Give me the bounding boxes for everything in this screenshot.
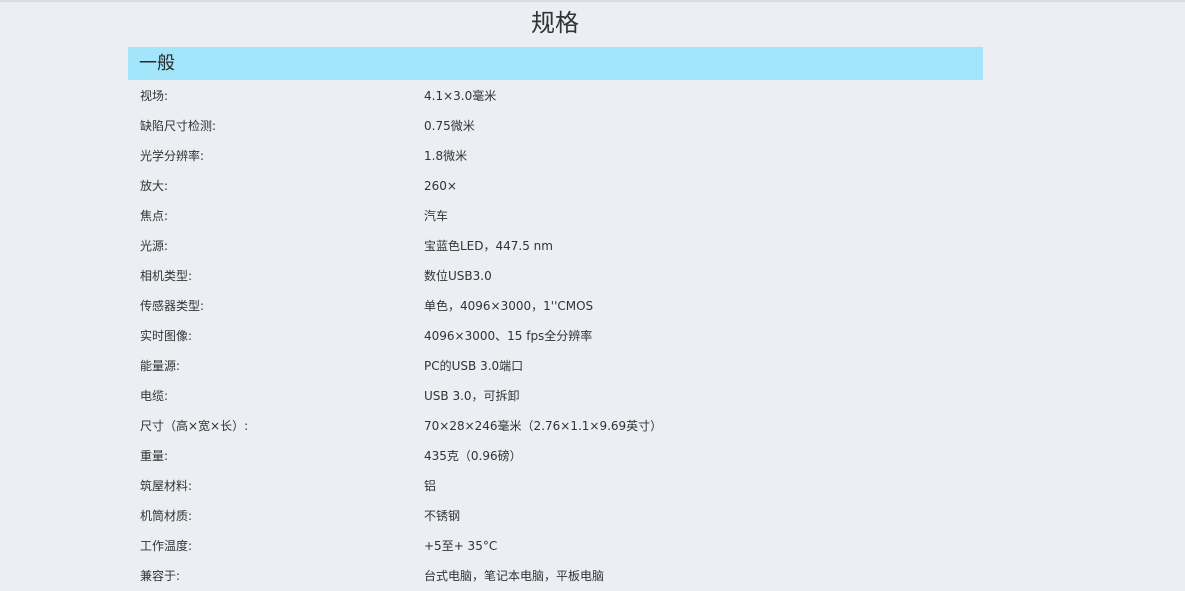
spec-value: +5至+ 35°C [424, 539, 498, 553]
spec-row-weight: 重量: 435克（0.96磅） [128, 440, 983, 470]
spec-row-live-image: 实时图像: 4096×3000、15 fps全分辨率 [128, 320, 983, 350]
spec-label: 相机类型: [140, 269, 193, 283]
spec-row-power-source: 能量源: PC的USB 3.0端口 [128, 350, 983, 380]
top-divider [0, 0, 1185, 2]
spec-value: 4096×3000、15 fps全分辨率 [424, 329, 593, 343]
spec-row-operating-temperature: 工作温度: +5至+ 35°C [128, 530, 983, 560]
spec-row-field-of-view: 视场: 4.1×3.0毫米 [128, 80, 983, 110]
spec-row-magnification: 放大: 260× [128, 170, 983, 200]
spec-label: 电缆: [140, 389, 169, 403]
spec-value: 数位USB3.0 [424, 269, 492, 283]
section-header-general: 一般 [128, 47, 983, 80]
spec-label: 重量: [140, 449, 169, 463]
spec-value: 260× [424, 179, 457, 193]
spec-value: USB 3.0，可拆卸 [424, 389, 520, 403]
spec-label: 视场: [140, 89, 169, 103]
spec-label: 机筒材质: [140, 509, 193, 523]
spec-row-optical-resolution: 光学分辨率: 1.8微米 [128, 140, 983, 170]
spec-row-dimensions: 尺寸（高×宽×长）: 70×28×246毫米（2.76×1.1×9.69英寸） [128, 410, 983, 440]
spec-value: 铝 [424, 479, 437, 493]
spec-label: 传感器类型: [140, 299, 205, 313]
spec-row-sensor-type: 传感器类型: 单色，4096×3000，1''CMOS [128, 290, 983, 320]
spec-label: 放大: [140, 179, 169, 193]
spec-label: 光源: [140, 239, 169, 253]
spec-row-cable: 电缆: USB 3.0，可拆卸 [128, 380, 983, 410]
spec-row-barrel-material: 机筒材质: 不锈钢 [128, 500, 983, 530]
spec-value: 435克（0.96磅） [424, 449, 522, 463]
spec-value: PC的USB 3.0端口 [424, 359, 524, 373]
spec-value: 单色，4096×3000，1''CMOS [424, 299, 594, 313]
page-title: 规格 [531, 9, 579, 37]
spec-row-defect-size: 缺陷尺寸检测: 0.75微米 [128, 110, 983, 140]
spec-table: 视场: 4.1×3.0毫米 缺陷尺寸检测: 0.75微米 光学分辨率: 1.8微… [128, 80, 983, 590]
spec-value: 台式电脑，笔记本电脑，平板电脑 [424, 569, 605, 583]
spec-label: 尺寸（高×宽×长）: [140, 419, 249, 433]
spec-row-camera-type: 相机类型: 数位USB3.0 [128, 260, 983, 290]
spec-value: 汽车 [424, 209, 449, 223]
spec-row-compatible-with: 兼容于: 台式电脑，笔记本电脑，平板电脑 [128, 560, 983, 590]
spec-label: 光学分辨率: [140, 149, 205, 163]
spec-label: 缺陷尺寸检测: [140, 119, 217, 133]
spec-value: 0.75微米 [424, 119, 475, 133]
spec-label: 焦点: [140, 209, 169, 223]
spec-value: 1.8微米 [424, 149, 468, 163]
spec-value: 不锈钢 [424, 509, 461, 523]
spec-row-housing-material: 筑屋材料: 铝 [128, 470, 983, 500]
spec-value: 4.1×3.0毫米 [424, 89, 497, 103]
section-title: 一般 [139, 53, 175, 74]
spec-label: 实时图像: [140, 329, 193, 343]
spec-label: 工作温度: [140, 539, 193, 553]
spec-value: 70×28×246毫米（2.76×1.1×9.69英寸） [424, 419, 663, 433]
spec-row-light-source: 光源: 宝蓝色LED，447.5 nm [128, 230, 983, 260]
spec-label: 筑屋材料: [140, 479, 193, 493]
spec-label: 能量源: [140, 359, 181, 373]
spec-value: 宝蓝色LED，447.5 nm [424, 239, 553, 253]
spec-label: 兼容于: [140, 569, 181, 583]
spec-row-focus: 焦点: 汽车 [128, 200, 983, 230]
